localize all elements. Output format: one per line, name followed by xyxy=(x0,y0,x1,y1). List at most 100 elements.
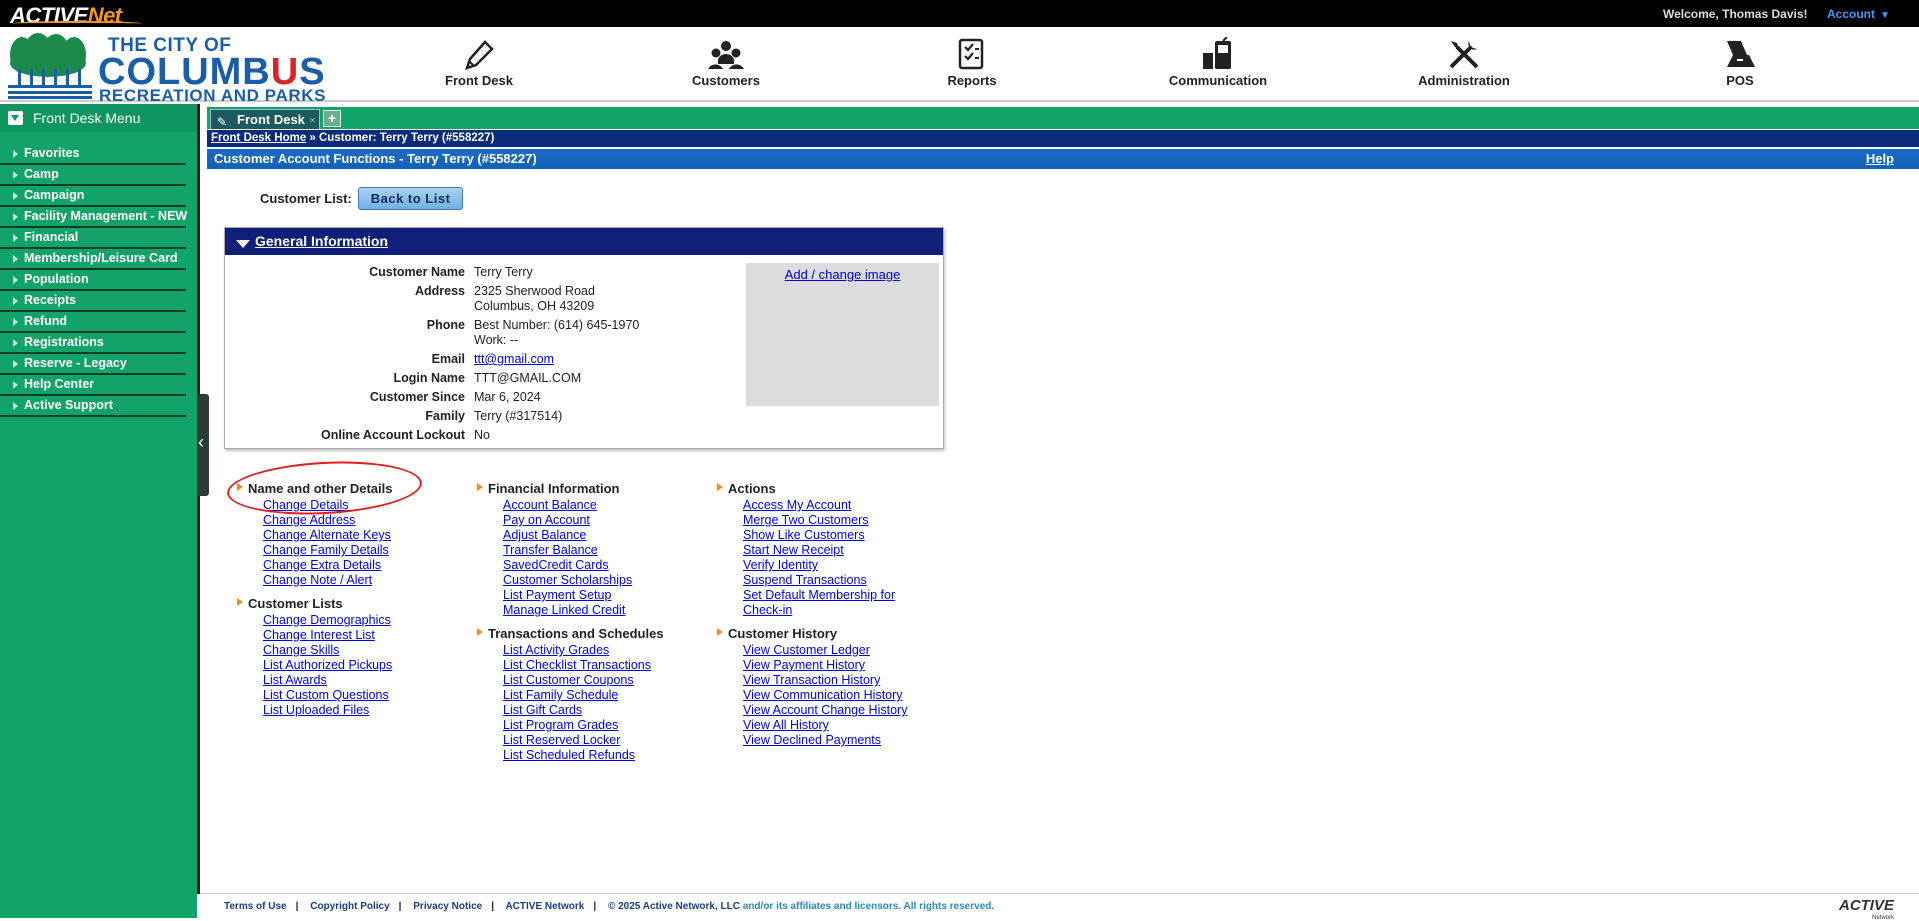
link-view-all-history[interactable]: View All History xyxy=(743,718,933,733)
phone-icon xyxy=(1203,37,1231,69)
link-list-uploaded-files[interactable]: List Uploaded Files xyxy=(263,703,393,718)
sidebar-item-refund[interactable]: Refund xyxy=(0,312,186,333)
footer-copyright-policy-link[interactable]: Copyright Policy xyxy=(310,901,389,912)
tab-front-desk[interactable]: ✎ Front Desk ✕ xyxy=(210,109,320,129)
label-customer-name: Customer Name xyxy=(369,265,465,279)
link-view-declined-payments[interactable]: View Declined Payments xyxy=(743,733,933,748)
link-transfer-balance[interactable]: Transfer Balance xyxy=(503,543,664,558)
sidebar-collapse-handle[interactable]: ‹ xyxy=(197,394,209,496)
label-address: Address xyxy=(414,284,465,298)
section-actions: Actions xyxy=(716,481,933,498)
sidebar-menu: Favorites Camp Campaign Facility Managem… xyxy=(0,144,197,417)
link-change-family-details[interactable]: Change Family Details xyxy=(263,543,393,558)
welcome-text: Welcome, Thomas Davis! xyxy=(1663,7,1808,21)
sidebar-header[interactable]: Front Desk Menu xyxy=(0,104,197,132)
sidebar-item-reserve-legacy[interactable]: Reserve - Legacy xyxy=(0,354,186,375)
link-list-gift-cards[interactable]: List Gift Cards xyxy=(503,703,664,718)
close-tab-icon[interactable]: ✕ xyxy=(309,111,316,131)
trees-logo-icon xyxy=(8,33,92,99)
label-family: Family xyxy=(425,409,465,423)
pos-icon xyxy=(1727,41,1755,67)
link-verify-identity[interactable]: Verify Identity xyxy=(743,558,933,573)
sidebar-item-facility-management[interactable]: Facility Management - NEW xyxy=(0,207,187,228)
sidebar-item-active-support[interactable]: Active Support xyxy=(0,396,186,417)
link-view-account-change-history[interactable]: View Account Change History xyxy=(743,703,933,718)
footer-terms-link[interactable]: Terms of Use xyxy=(224,901,287,912)
link-manage-linked-credit[interactable]: Manage Linked Credit xyxy=(503,603,664,618)
value-address-line1: 2325 Sherwood Road xyxy=(474,284,595,298)
breadcrumb-home-link[interactable]: Front Desk Home xyxy=(211,132,306,144)
sidebar-item-receipts[interactable]: Receipts xyxy=(0,291,186,312)
link-change-extra-details[interactable]: Change Extra Details xyxy=(263,558,393,573)
link-list-program-grades[interactable]: List Program Grades xyxy=(503,718,664,733)
footer-copyright: © 2025 Active Network, LLC xyxy=(607,901,740,912)
link-suspend-transactions[interactable]: Suspend Transactions xyxy=(743,573,933,588)
help-link[interactable]: Help xyxy=(1866,149,1894,169)
footer-privacy-link[interactable]: Privacy Notice xyxy=(413,901,482,912)
value-customer-name: Terry Terry xyxy=(474,265,533,279)
add-tab-button[interactable]: + xyxy=(323,110,341,127)
nav-administration[interactable]: Administration xyxy=(1394,35,1534,88)
nav-reports[interactable]: Reports xyxy=(902,35,1042,88)
value-email-link[interactable]: ttt@gmail.com xyxy=(474,352,554,366)
link-merge-two-customers[interactable]: Merge Two Customers xyxy=(743,513,933,528)
value-phone-best: Best Number: (614) 645-1970 xyxy=(474,318,640,332)
link-view-payment-history[interactable]: View Payment History xyxy=(743,658,933,673)
section-transactions-schedules: Transactions and Schedules xyxy=(476,626,664,643)
link-change-demographics[interactable]: Change Demographics xyxy=(263,613,393,628)
link-list-reserved-locker[interactable]: List Reserved Locker xyxy=(503,733,664,748)
sidebar-item-camp[interactable]: Camp xyxy=(0,165,186,186)
sidebar-item-registrations[interactable]: Registrations xyxy=(0,333,186,354)
link-saved-credit-cards[interactable]: SavedCredit Cards xyxy=(503,558,664,573)
general-information-header[interactable]: General Information xyxy=(225,228,943,255)
link-change-address[interactable]: Change Address xyxy=(263,513,393,528)
link-view-customer-ledger[interactable]: View Customer Ledger xyxy=(743,643,933,658)
sidebar-item-favorites[interactable]: Favorites xyxy=(0,144,186,165)
link-pay-on-account[interactable]: Pay on Account xyxy=(503,513,664,528)
back-to-list-button[interactable]: Back to List xyxy=(357,187,464,210)
link-adjust-balance[interactable]: Adjust Balance xyxy=(503,528,664,543)
link-customer-scholarships[interactable]: Customer Scholarships xyxy=(503,573,664,588)
page-title-bar: Customer Account Functions - Terry Terry… xyxy=(207,149,1919,169)
link-view-communication-history[interactable]: View Communication History xyxy=(743,688,933,703)
value-address-line2: Columbus, OH 43209 xyxy=(474,299,595,313)
link-list-custom-questions[interactable]: List Custom Questions xyxy=(263,688,393,703)
sidebar-item-help-center[interactable]: Help Center xyxy=(0,375,186,396)
link-list-authorized-pickups[interactable]: List Authorized Pickups xyxy=(263,658,393,673)
link-list-payment-setup[interactable]: List Payment Setup xyxy=(503,588,664,603)
link-change-details[interactable]: Change Details xyxy=(263,498,393,513)
columbus-logo[interactable]: THE CITY OF COLUMBUS RECREATION AND PARK… xyxy=(8,31,328,105)
sidebar-item-campaign[interactable]: Campaign xyxy=(0,186,186,207)
link-list-customer-coupons[interactable]: List Customer Coupons xyxy=(503,673,664,688)
footer: Terms of Use | Copyright Policy | Privacy … xyxy=(200,893,1919,921)
link-view-transaction-history[interactable]: View Transaction History xyxy=(743,673,933,688)
link-access-my-account[interactable]: Access My Account xyxy=(743,498,933,513)
nav-communication[interactable]: Communication xyxy=(1148,35,1288,88)
collapse-menu-icon xyxy=(8,111,23,125)
value-phone-work: Work: -- xyxy=(474,333,519,347)
link-change-skills[interactable]: Change Skills xyxy=(263,643,393,658)
link-list-activity-grades[interactable]: List Activity Grades xyxy=(503,643,664,658)
add-change-image-link[interactable]: Add / change image xyxy=(785,267,901,282)
sidebar-item-membership[interactable]: Membership/Leisure Card xyxy=(0,249,186,270)
account-menu[interactable]: Account ▼ xyxy=(1827,7,1890,21)
sidebar-item-population[interactable]: Population xyxy=(0,270,186,291)
link-change-interest-list[interactable]: Change Interest List xyxy=(263,628,393,643)
label-login-name: Login Name xyxy=(393,371,465,385)
link-change-alternate-keys[interactable]: Change Alternate Keys xyxy=(263,528,393,543)
link-list-scheduled-refunds[interactable]: List Scheduled Refunds xyxy=(503,748,664,763)
link-set-default-membership[interactable]: Set Default Membership for Check-in xyxy=(743,588,933,618)
link-show-like-customers[interactable]: Show Like Customers xyxy=(743,528,933,543)
section-customer-lists: Customer Lists xyxy=(236,596,393,613)
link-list-checklist-transactions[interactable]: List Checklist Transactions xyxy=(503,658,664,673)
link-list-family-schedule[interactable]: List Family Schedule xyxy=(503,688,664,703)
link-change-note-alert[interactable]: Change Note / Alert xyxy=(263,573,393,588)
footer-active-network-link[interactable]: ACTIVE Network xyxy=(505,901,584,912)
sidebar-item-financial[interactable]: Financial xyxy=(0,228,186,249)
nav-front-desk[interactable]: Front Desk xyxy=(409,35,549,88)
nav-customers[interactable]: Customers xyxy=(656,35,796,88)
link-start-new-receipt[interactable]: Start New Receipt xyxy=(743,543,933,558)
nav-pos[interactable]: POS xyxy=(1670,35,1810,88)
link-account-balance[interactable]: Account Balance xyxy=(503,498,664,513)
link-list-awards[interactable]: List Awards xyxy=(263,673,393,688)
